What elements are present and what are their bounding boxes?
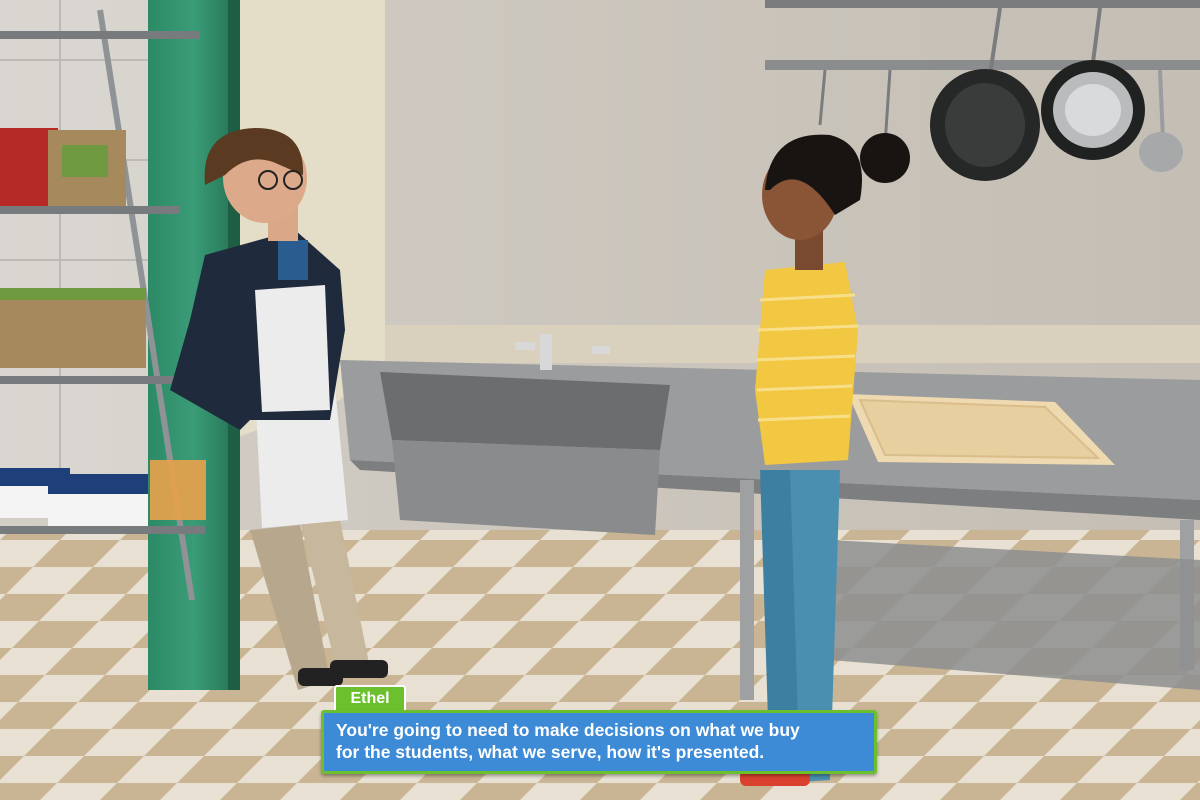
game-viewport: Ethel You're going to need to make decis… <box>0 0 1200 800</box>
yellow-shirt <box>755 262 858 465</box>
kitchen-scene <box>0 0 1200 800</box>
food-box <box>0 290 52 368</box>
counter-leg <box>740 480 754 700</box>
food-box <box>84 298 146 368</box>
ladle <box>1139 132 1183 172</box>
speaker-name-tab: Ethel <box>334 685 406 711</box>
dialog-line-2: for the students, what we serve, how it'… <box>336 742 765 762</box>
faucet <box>540 334 552 370</box>
orange-jar <box>150 460 206 520</box>
dialog-line-1: You're going to need to make decisions o… <box>336 720 800 740</box>
dialog-box[interactable]: You're going to need to make decisions o… <box>321 710 877 774</box>
sink-basin <box>380 372 670 450</box>
